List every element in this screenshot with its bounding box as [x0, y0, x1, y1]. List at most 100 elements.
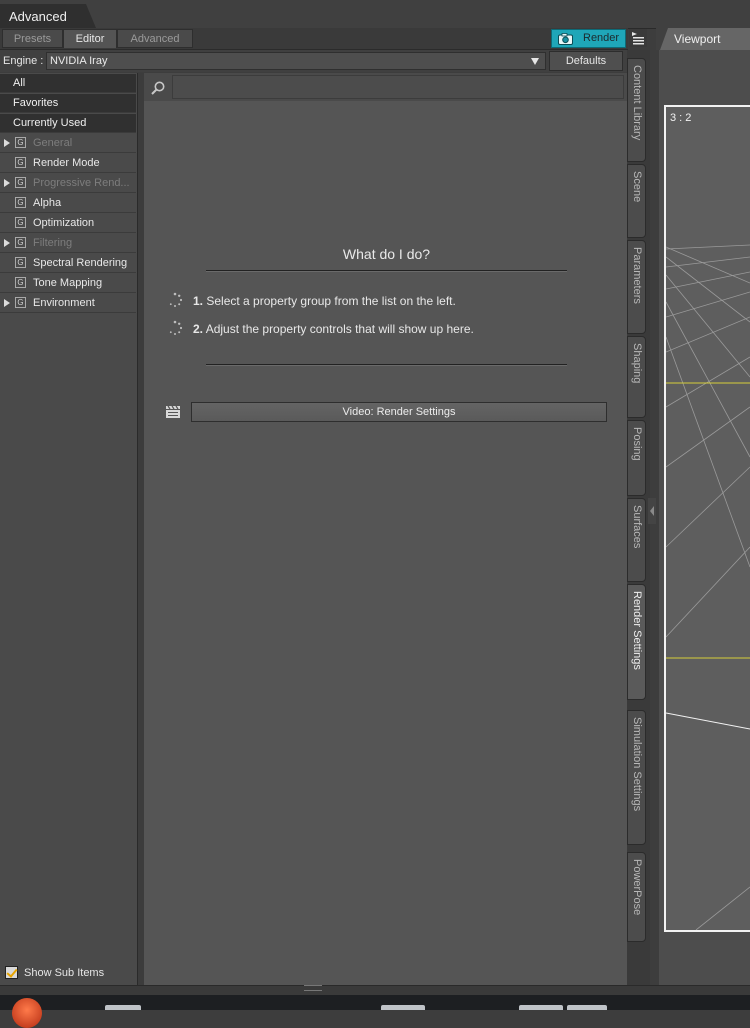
window-title: Advanced	[9, 9, 67, 24]
property-editor-area	[144, 73, 627, 985]
panel-menu-icon[interactable]	[629, 29, 647, 47]
group-icon: G	[15, 297, 26, 308]
group-icon: G	[15, 277, 26, 288]
list-item-all[interactable]: All	[0, 74, 136, 93]
group-icon: G	[15, 217, 26, 228]
spinner-icon	[169, 320, 183, 335]
side-tab-render-settings[interactable]: Render Settings	[627, 584, 646, 700]
list-item-favorites[interactable]: Favorites	[0, 94, 136, 113]
render-frame[interactable]	[664, 105, 750, 932]
group-icon: G	[15, 197, 26, 208]
step-text: Select a property group from the list on…	[206, 294, 456, 308]
engine-label: Engine :	[3, 55, 44, 67]
side-tab-label: Simulation Settings	[631, 717, 643, 812]
start-button-icon[interactable]	[12, 998, 42, 1028]
group-icon: G	[15, 177, 26, 188]
list-item-label: All	[13, 77, 26, 89]
dropdown-arrow-icon	[531, 58, 539, 65]
property-group-list: All Favorites Currently Used G General G…	[0, 73, 138, 985]
list-item-currently-used[interactable]: Currently Used	[0, 114, 136, 133]
group-label: Alpha	[33, 197, 62, 209]
group-label: Tone Mapping	[33, 277, 103, 289]
help-heading: What do I do?	[342, 246, 431, 262]
group-icon: G	[15, 257, 26, 268]
camera-icon	[558, 33, 573, 45]
group-label: Optimization	[33, 217, 95, 229]
side-tab-shaping[interactable]: Shaping	[627, 336, 646, 418]
resize-grip-icon[interactable]	[304, 985, 322, 991]
side-tab-scene[interactable]: Scene	[627, 164, 646, 238]
divider	[206, 270, 567, 272]
group-label: Progressive Rend...	[33, 177, 130, 189]
search-input[interactable]	[172, 75, 624, 99]
spinner-icon	[169, 292, 183, 307]
render-button[interactable]: Render	[551, 29, 626, 48]
side-tab-powerpose[interactable]: PowerPose	[627, 852, 646, 942]
group-label: Environment	[33, 297, 95, 309]
side-tab-label: Render Settings	[631, 591, 643, 670]
list-item-label: Currently Used	[13, 117, 87, 129]
step-text: Adjust the property controls that will s…	[205, 322, 474, 336]
side-tab-label: Shaping	[631, 343, 643, 384]
collapse-arrow-icon[interactable]	[648, 498, 656, 524]
group-optimization[interactable]: G Optimization	[0, 214, 136, 233]
window-title-tab[interactable]: Advanced	[0, 4, 96, 28]
defaults-button[interactable]: Defaults	[549, 51, 623, 71]
side-tab-label: Parameters	[631, 247, 643, 304]
engine-selected-value: NVIDIA Iray	[50, 55, 108, 67]
group-label: General	[33, 137, 73, 149]
group-filtering[interactable]: G Filtering	[0, 234, 136, 253]
expand-arrow-icon[interactable]	[4, 299, 10, 307]
show-sub-items-checkbox[interactable]	[5, 966, 18, 979]
taskbar-item[interactable]	[381, 1005, 425, 1010]
group-label: Filtering	[33, 237, 73, 249]
render-button-label: Render	[583, 32, 620, 44]
group-icon: G	[15, 237, 26, 248]
video-clapper-icon	[166, 405, 180, 418]
title-bar	[0, 0, 750, 29]
step-number: 1.	[193, 294, 204, 308]
group-spectral-rendering[interactable]: G Spectral Rendering	[0, 254, 136, 273]
side-tab-parameters[interactable]: Parameters	[627, 240, 646, 334]
expand-arrow-icon[interactable]	[4, 179, 10, 187]
side-tab-label: Posing	[631, 427, 643, 461]
expand-arrow-icon[interactable]	[4, 139, 10, 147]
group-render-mode[interactable]: G Render Mode	[0, 154, 136, 173]
group-progressive-rendering[interactable]: G Progressive Rend...	[0, 174, 136, 193]
group-label: Render Mode	[33, 157, 100, 169]
viewport-tab-label: Viewport	[674, 32, 721, 46]
taskbar-item[interactable]	[105, 1005, 141, 1010]
side-tab-posing[interactable]: Posing	[627, 420, 646, 496]
group-general[interactable]: G General	[0, 134, 136, 153]
tab-viewport[interactable]: Viewport	[660, 28, 750, 50]
group-environment[interactable]: G Environment	[0, 294, 136, 313]
list-item-label: Favorites	[13, 97, 59, 109]
help-step-2: 2. Adjust the property controls that wil…	[193, 322, 474, 336]
side-tab-content-library[interactable]: Content Library	[627, 58, 646, 162]
taskbar-item[interactable]	[519, 1005, 563, 1010]
group-tone-mapping[interactable]: G Tone Mapping	[0, 274, 136, 293]
side-tab-label: PowerPose	[631, 859, 643, 916]
search-icon[interactable]	[150, 80, 166, 96]
step-number: 2.	[193, 322, 204, 336]
side-tab-surfaces[interactable]: Surfaces	[627, 498, 646, 582]
group-icon: G	[15, 137, 26, 148]
show-sub-items-toggle[interactable]: Show Sub Items	[0, 962, 137, 984]
viewport-grid	[666, 244, 750, 930]
tab-editor[interactable]: Editor	[63, 29, 117, 48]
group-alpha[interactable]: G Alpha	[0, 194, 136, 213]
show-sub-items-label: Show Sub Items	[24, 967, 105, 979]
help-step-1: 1. Select a property group from the list…	[193, 294, 456, 308]
expand-arrow-icon[interactable]	[4, 239, 10, 247]
tab-presets[interactable]: Presets	[2, 29, 63, 48]
tab-advanced[interactable]: Advanced	[117, 29, 193, 48]
divider	[206, 364, 567, 366]
engine-select[interactable]: NVIDIA Iray	[46, 52, 546, 70]
group-icon: G	[15, 157, 26, 168]
taskbar-item[interactable]	[567, 1005, 607, 1010]
tab-bar: Presets Editor Advanced	[0, 28, 628, 50]
video-render-settings-button[interactable]: Video: Render Settings	[191, 402, 607, 422]
group-label: Spectral Rendering	[33, 257, 128, 269]
side-tab-label: Content Library	[631, 65, 643, 141]
side-tab-simulation-settings[interactable]: Simulation Settings	[627, 710, 646, 845]
